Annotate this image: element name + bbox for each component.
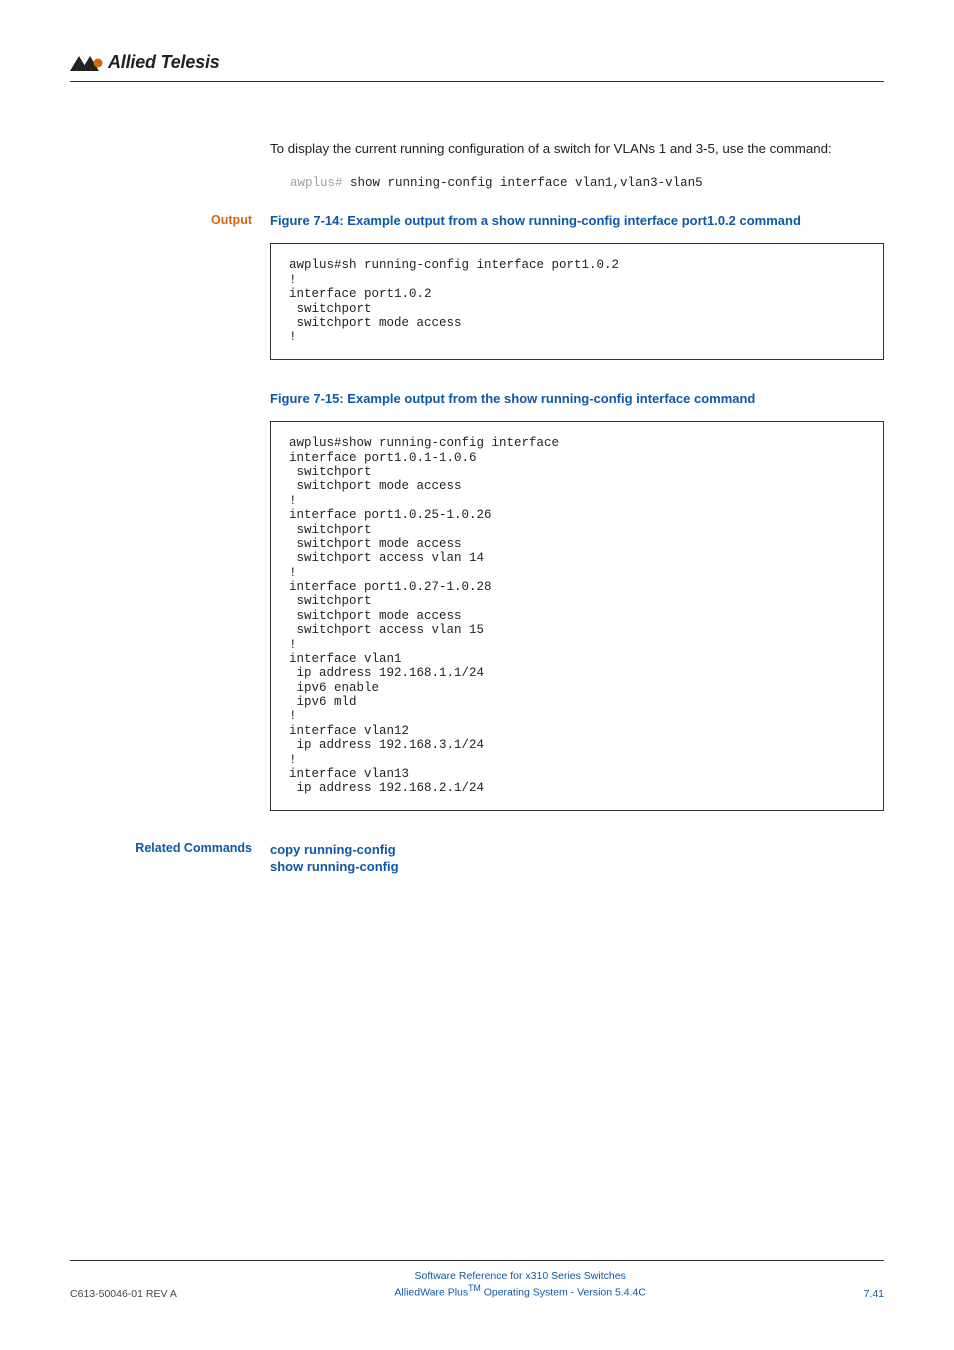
footer-rule bbox=[70, 1260, 884, 1261]
page-content: To display the current running configura… bbox=[70, 140, 884, 876]
intro-text: To display the current running configura… bbox=[270, 140, 884, 158]
figure-7-15-block: Figure 7-15: Example output from the sho… bbox=[270, 390, 884, 811]
logo-text: Allied Telesis bbox=[108, 52, 220, 73]
cli-command: show running-config interface vlan1,vlan… bbox=[343, 176, 703, 190]
logo: Allied Telesis bbox=[70, 52, 884, 73]
footer-center-line2: AlliedWare PlusTM Operating System - Ver… bbox=[177, 1283, 864, 1300]
figure-7-14-title: Figure 7-14: Example output from a show … bbox=[270, 212, 884, 230]
figure-7-14-code: awplus#sh running-config interface port1… bbox=[270, 243, 884, 359]
figure-7-15-title: Figure 7-15: Example output from the sho… bbox=[270, 390, 884, 408]
page-header: Allied Telesis bbox=[70, 52, 884, 82]
logo-mark-icon bbox=[70, 54, 106, 72]
footer-page-number: 7.41 bbox=[864, 1288, 884, 1300]
footer-grid: C613-50046-01 REV A Software Reference f… bbox=[70, 1269, 884, 1300]
link-show-running-config[interactable]: show running-config bbox=[270, 858, 399, 876]
output-row: Output Figure 7-14: Example output from … bbox=[70, 212, 884, 390]
page-footer: C613-50046-01 REV A Software Reference f… bbox=[70, 1260, 884, 1300]
output-label: Output bbox=[70, 212, 270, 390]
command-line: awplus# show running-config interface vl… bbox=[290, 176, 884, 190]
header-rule bbox=[70, 81, 884, 82]
footer-left: C613-50046-01 REV A bbox=[70, 1288, 177, 1300]
related-commands-label: Related Commands bbox=[70, 841, 270, 876]
footer-center-line1: Software Reference for x310 Series Switc… bbox=[177, 1269, 864, 1283]
related-commands-links: copy running-config show running-config bbox=[270, 841, 399, 876]
cli-prompt: awplus# bbox=[290, 176, 343, 190]
related-commands-row: Related Commands copy running-config sho… bbox=[70, 841, 884, 876]
link-copy-running-config[interactable]: copy running-config bbox=[270, 841, 399, 859]
figure-7-15-code: awplus#show running-config interface int… bbox=[270, 421, 884, 810]
footer-center: Software Reference for x310 Series Switc… bbox=[177, 1269, 864, 1300]
